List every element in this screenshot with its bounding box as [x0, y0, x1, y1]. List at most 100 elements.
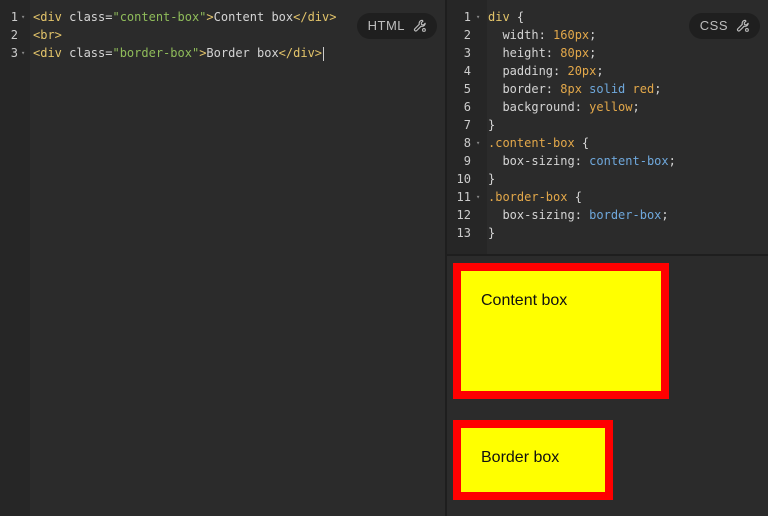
line-number: 1 — [463, 10, 471, 24]
code-text[interactable]: } — [488, 170, 495, 188]
line-number: 9 — [463, 154, 471, 168]
fold-arrow-icon[interactable]: ▾ — [476, 134, 480, 152]
content-box-demo: Content box — [453, 263, 669, 399]
code-text[interactable]: box-sizing: content-box; — [488, 152, 676, 170]
code-line[interactable]: 3 height: 80px; — [447, 44, 768, 62]
line-number: 12 — [456, 208, 471, 222]
code-line[interactable]: 10} — [447, 170, 768, 188]
line-number: 11 — [456, 190, 471, 204]
code-text[interactable]: height: 80px; — [488, 44, 596, 62]
code-token: border-box — [589, 208, 662, 222]
code-token: ; — [668, 154, 676, 168]
fold-arrow-icon[interactable]: ▾ — [21, 8, 25, 26]
line-number: 10 — [456, 172, 471, 186]
code-line[interactable]: 8 ▾ .content-box { — [447, 134, 768, 152]
code-playground: 1 ▾ <div class="content-box">Content box</… — [0, 0, 768, 516]
code-text[interactable]: div { — [488, 8, 524, 26]
code-line[interactable]: 12 box-sizing: border-box; — [447, 206, 768, 224]
css-settings-button[interactable]: CSS — [688, 13, 760, 39]
code-text[interactable]: border: 8px solid red; — [488, 80, 661, 98]
wrench-settings-icon — [736, 19, 749, 32]
code-token: "border-box" — [112, 46, 200, 60]
code-token: </div> — [278, 46, 323, 60]
fold-arrow-icon[interactable]: ▾ — [476, 188, 480, 206]
code-line[interactable]: 6 background: yellow; — [447, 98, 768, 116]
code-token: <br> — [33, 28, 62, 42]
code-line[interactable]: 9 box-sizing: content-box; — [447, 152, 768, 170]
css-editor-pane[interactable]: 1 ▾ div {2 width: 160px; 3 height: 80px; 4 p… — [447, 0, 768, 254]
code-token: border: — [502, 82, 561, 96]
text-cursor — [323, 46, 325, 61]
code-token: class= — [69, 46, 113, 60]
code-token: width: — [502, 28, 554, 42]
line-number: 2 — [463, 28, 471, 42]
border-box-demo: Border box — [453, 420, 613, 500]
html-editor-pane[interactable]: 1 ▾ <div class="content-box">Content box</… — [0, 0, 445, 516]
code-token: div — [488, 10, 510, 24]
code-token: </div> — [293, 10, 337, 24]
code-line[interactable]: 11 ▾ .border-box { — [447, 188, 768, 206]
code-text[interactable]: .content-box { — [488, 134, 589, 152]
code-token: background: — [502, 100, 590, 114]
code-token: height: — [502, 46, 561, 60]
code-text[interactable]: } — [488, 224, 495, 242]
code-token: 160px — [553, 28, 590, 42]
code-token: } — [488, 118, 496, 132]
fold-arrow-icon[interactable]: ▾ — [476, 8, 480, 26]
code-token: ; — [654, 82, 662, 96]
css-badge-label: CSS — [699, 18, 728, 33]
line-number: 13 — [456, 226, 471, 240]
code-text[interactable]: <br> — [33, 26, 62, 44]
code-token: content-box — [589, 154, 669, 168]
code-token: solid — [589, 82, 633, 96]
code-token: <div — [33, 46, 70, 60]
code-token: yellow — [589, 100, 633, 114]
border-box-text: Border box — [481, 449, 560, 466]
code-token: 80px — [560, 46, 590, 60]
code-text[interactable]: background: yellow; — [488, 98, 640, 116]
code-token: Border box — [206, 46, 279, 60]
code-token: Content box — [213, 10, 294, 24]
code-text[interactable]: width: 160px; — [488, 26, 596, 44]
line-number: 7 — [463, 118, 471, 132]
code-line[interactable]: 3 ▾ <div class="border-box">Border box</di… — [0, 44, 445, 62]
code-line[interactable]: 4 padding: 20px; — [447, 62, 768, 80]
html-badge-label: HTML — [367, 18, 405, 33]
code-line[interactable]: 5 border: 8px solid red; — [447, 80, 768, 98]
code-text[interactable]: padding: 20px; — [488, 62, 604, 80]
code-token: ; — [661, 208, 669, 222]
code-token: .border-box — [488, 190, 568, 204]
fold-arrow-icon[interactable]: ▾ — [21, 44, 25, 62]
code-token: padding: — [502, 64, 568, 78]
code-token: .content-box — [488, 136, 575, 150]
line-number: 3 — [10, 46, 18, 60]
line-number: 1 — [10, 10, 18, 24]
code-text[interactable]: .border-box { — [488, 188, 582, 206]
html-settings-button[interactable]: HTML — [356, 13, 437, 39]
code-text[interactable]: box-sizing: border-box; — [488, 206, 669, 224]
css-code-lines[interactable]: 1 ▾ div {2 width: 160px; 3 height: 80px; 4 p… — [447, 8, 768, 242]
result-preview-pane: Content box Border box — [447, 256, 768, 516]
code-token: 8px — [560, 82, 590, 96]
code-token: { — [574, 136, 590, 150]
line-number: 2 — [10, 28, 18, 42]
code-token: ; — [596, 64, 604, 78]
code-token: } — [488, 226, 496, 240]
code-text[interactable]: } — [488, 116, 495, 134]
code-line[interactable]: 13} — [447, 224, 768, 242]
code-line[interactable]: 7} — [447, 116, 768, 134]
code-text[interactable]: <div class="border-box">Border box</div> — [33, 44, 325, 62]
code-token: > — [206, 10, 214, 24]
code-text[interactable]: <div class="content-box">Content box</di… — [33, 8, 336, 26]
code-token: ; — [589, 46, 597, 60]
code-token: { — [509, 10, 525, 24]
line-number: 3 — [463, 46, 471, 60]
code-token: ; — [632, 100, 640, 114]
